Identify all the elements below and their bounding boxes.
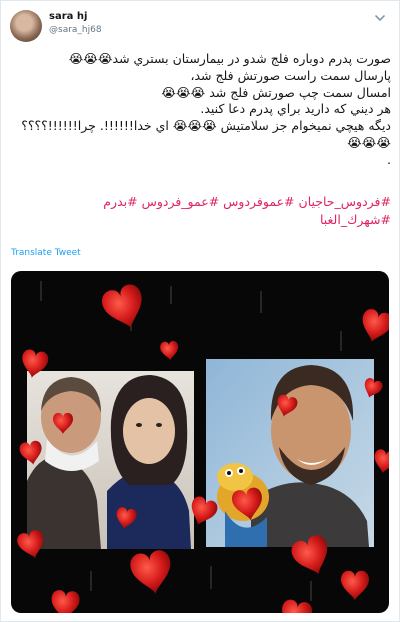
tweet-line: . [387, 151, 391, 167]
heart-icon [160, 341, 179, 361]
tweet-line: پارسال سمت راست صورتش فلج شد، [190, 67, 391, 83]
translate-tweet-link[interactable]: Translate Tweet [11, 248, 81, 258]
hashtag-link[interactable]: #عمو_فردوس [142, 194, 220, 209]
tweet-line: ديگه هيچي نميخوام جز سلامتيش 😭😭😭 اي خدا!… [21, 118, 391, 134]
tweet-line: هر ديني كه داريد براي پدرم دعا كنيد. [200, 101, 391, 117]
tweet-media[interactable] [11, 271, 389, 613]
hashtag-link[interactable]: #بدرم [103, 194, 137, 209]
heart-icon [130, 550, 171, 595]
heart-icon [51, 590, 80, 613]
hashtags: #فردوس_حاجيان #عموفردوس #عمو_فردوس #بدرم… [9, 193, 391, 229]
tweet-line: صورت پدرم دوباره فلج شدو در بيمارستان بس… [68, 51, 391, 66]
tweet-card: sara hj @sara_hj68 صورت پدرم دوباره فلج … [0, 0, 400, 622]
tweet-text: صورت پدرم دوباره فلج شدو در بيمارستان بس… [9, 51, 391, 169]
tweet-line: 😭😭😭 [347, 134, 391, 150]
heart-icon [374, 449, 389, 474]
author-name[interactable]: sara hj [49, 11, 87, 22]
hashtag-link[interactable]: #فردوس_حاجيان [299, 194, 391, 209]
left-photo [27, 371, 194, 549]
hashtag-link[interactable]: #شهرك_الغبا [320, 212, 391, 227]
heart-icon [362, 309, 389, 343]
right-photo [206, 359, 374, 547]
heart-icon [282, 599, 312, 613]
chevron-down-icon[interactable] [373, 11, 387, 25]
heart-icon [102, 284, 142, 329]
media-image [17, 281, 389, 613]
heart-icon [341, 570, 369, 601]
hashtag-link[interactable]: #عموفردوس [223, 194, 294, 209]
author-handle[interactable]: @sara_hj68 [49, 25, 102, 35]
tweet-line: امسال سمت چپ صورتش فلج شد 😭😭😭 [161, 84, 391, 100]
avatar[interactable] [10, 10, 42, 42]
